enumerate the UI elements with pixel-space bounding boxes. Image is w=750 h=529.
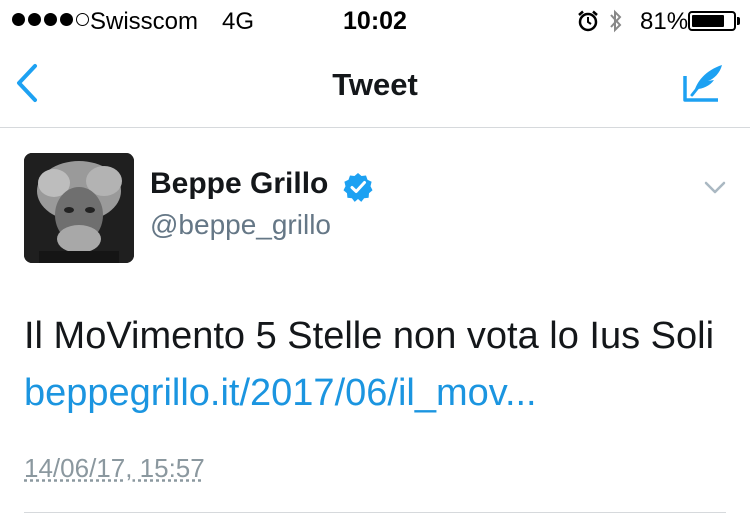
status-bar: Swisscom 4G 10:02 81% [0, 0, 750, 40]
page-title: Tweet [332, 67, 418, 102]
tweet-text: Il MoVimento 5 Stelle non vota lo Ius So… [24, 308, 724, 422]
tweet-timestamp[interactable]: 14/06/17, 15:57 [24, 453, 205, 484]
verified-badge-icon [343, 172, 373, 207]
bluetooth-icon [608, 8, 624, 39]
battery-level-fill [692, 15, 725, 27]
divider [24, 512, 726, 513]
navigation-bar: Tweet [0, 40, 750, 128]
author-display-name[interactable]: Beppe Grillo [150, 167, 328, 201]
author-handle[interactable]: @beppe_grillo [150, 209, 331, 241]
alarm-icon [577, 10, 599, 37]
battery-icon [688, 11, 736, 31]
avatar[interactable] [24, 153, 134, 263]
tweet-link[interactable]: beppegrillo.it/2017/06/il_mov... [24, 372, 537, 414]
status-time: 10:02 [343, 7, 407, 35]
tweet-body: Il MoVimento 5 Stelle non vota lo Ius So… [24, 315, 715, 357]
battery-percentage: 81% [640, 8, 689, 35]
chevron-down-icon[interactable] [703, 180, 727, 201]
battery-cap [737, 17, 740, 25]
compose-tweet-icon[interactable] [682, 62, 726, 107]
